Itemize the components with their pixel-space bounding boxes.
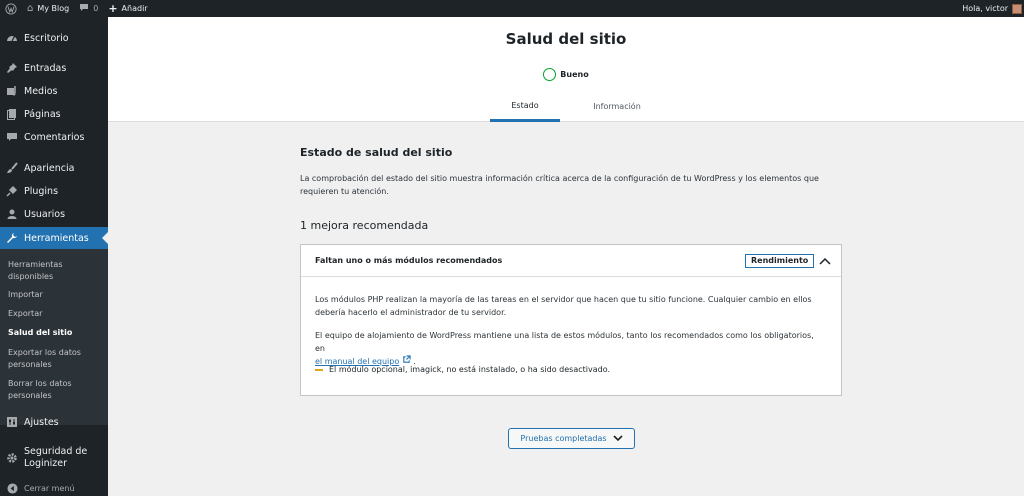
page-title: Salud del sitio: [505, 30, 627, 48]
sidebar-item-label: Plugins: [24, 185, 59, 197]
section-title: Estado de salud del sitio: [300, 146, 453, 159]
wrench-icon: [6, 232, 18, 244]
sidebar-item-ajustes[interactable]: Ajustes: [0, 411, 108, 433]
chevron-down-icon: [613, 435, 623, 442]
comments-icon: [6, 131, 18, 143]
sidebar-item-paginas[interactable]: Páginas: [0, 103, 108, 125]
add-new-link[interactable]: + Añadir: [103, 0, 152, 17]
issue-list-item: El módulo opcional, imagick, no está ins…: [315, 365, 610, 374]
sidebar-item-label: Páginas: [24, 108, 61, 120]
submenu-label-line2: personales: [8, 391, 52, 400]
collapse-menu-label: Cerrar menú: [24, 483, 75, 493]
greeting: Hola, victor: [962, 4, 1008, 13]
site-name-link[interactable]: ⌂ My Blog: [22, 0, 74, 17]
issue-paragraph-2-text: El equipo de alojamiento de WordPress ma…: [315, 331, 814, 353]
media-icon: [6, 85, 18, 97]
site-health-header: Salud del sitio Bueno Estado Información: [108, 17, 1024, 122]
gear-icon: [6, 452, 18, 464]
issue-accordion-header[interactable]: Faltan uno o más módulos recomendados Re…: [301, 245, 841, 277]
settings-sliders-icon: [6, 416, 18, 428]
admin-bar: ⌂ My Blog 0 + Añadir Hola, victor: [0, 0, 1024, 17]
submenu-item-exportar[interactable]: Exportar: [8, 308, 104, 320]
passed-tests-label: Pruebas completadas: [520, 434, 607, 443]
issue-badge: Rendimiento: [745, 254, 815, 268]
status-circle-icon: [543, 68, 557, 81]
home-icon: ⌂: [27, 3, 34, 14]
tab-estado[interactable]: Estado: [490, 91, 560, 122]
comments-link[interactable]: 0: [74, 0, 103, 17]
passed-tests-button[interactable]: Pruebas completadas: [508, 428, 635, 449]
dashboard-icon: [6, 32, 18, 44]
tab-informacion[interactable]: Información: [578, 91, 656, 122]
health-status: Bueno: [108, 68, 1024, 81]
sidebar-item-usuarios[interactable]: Usuarios: [0, 203, 108, 225]
sidebar-item-label: Herramientas: [24, 232, 89, 244]
avatar: [1012, 3, 1022, 14]
paintbrush-icon: [6, 162, 18, 174]
submenu-item-salud-del-sitio[interactable]: Salud del sitio: [8, 327, 104, 339]
submenu-item-herramientas-disponibles[interactable]: Herramientas disponibles: [8, 259, 104, 283]
sidebar-item-entradas[interactable]: Entradas: [0, 57, 108, 79]
status-label: Bueno: [560, 70, 589, 79]
admin-sidebar: Escritorio Entradas Medios Páginas Comen…: [0, 17, 108, 496]
submenu-label-line2: personales: [8, 360, 52, 369]
sidebar-item-label: Seguridad de Loginizer: [24, 446, 87, 470]
sidebar-item-herramientas[interactable]: Herramientas: [0, 227, 108, 249]
pages-icon: [6, 108, 18, 120]
site-name: My Blog: [37, 4, 70, 13]
user-icon: [6, 208, 18, 220]
wordpress-logo-icon[interactable]: [0, 0, 22, 17]
sidebar-item-label: Ajustes: [24, 416, 59, 428]
submenu-label-line1: Borrar los datos: [8, 379, 72, 388]
sidebar-item-label: Medios: [24, 85, 58, 97]
collapse-menu-button[interactable]: Cerrar menú: [0, 477, 108, 496]
sidebar-item-label: Apariencia: [24, 162, 75, 174]
submenu-item-exportar-datos[interactable]: Exportar los datos personales: [8, 347, 104, 371]
chevron-up-icon[interactable]: [817, 253, 833, 269]
comments-count: 0: [93, 4, 99, 13]
submenu-label-line1: Herramientas: [8, 260, 63, 269]
submenu-label-line2: disponibles: [8, 272, 54, 281]
sidebar-item-seguridad-loginizer[interactable]: Seguridad de Loginizer: [0, 443, 108, 473]
issue-accordion: Faltan uno o más módulos recomendados Re…: [300, 244, 842, 396]
comment-bubble-icon: [79, 3, 89, 15]
add-new-label: Añadir: [121, 4, 148, 13]
issue-title: Faltan uno o más módulos recomendados: [315, 256, 503, 265]
sidebar-item-comentarios[interactable]: Comentarios: [0, 126, 108, 148]
plugin-icon: [6, 185, 18, 197]
sidebar-item-label: Escritorio: [24, 32, 69, 44]
section-description: La comprobación del estado del sitio mue…: [300, 174, 819, 196]
sidebar-item-medios[interactable]: Medios: [0, 80, 108, 102]
issue-item-text: El módulo opcional, imagick, no está ins…: [329, 365, 610, 374]
tools-submenu: Herramientas disponibles Importar Export…: [0, 249, 108, 425]
my-account-link[interactable]: Hola, victor: [957, 0, 1024, 17]
sidebar-item-plugins[interactable]: Plugins: [0, 180, 108, 202]
sidebar-item-escritorio[interactable]: Escritorio: [0, 27, 108, 49]
warning-dash-icon: [315, 368, 323, 371]
collapse-arrow-icon: [6, 482, 18, 494]
sidebar-item-label: Entradas: [24, 62, 67, 74]
pushpin-icon: [6, 62, 18, 74]
sidebar-item-label: Usuarios: [24, 208, 66, 220]
submenu-item-borrar-datos[interactable]: Borrar los datos personales: [8, 378, 104, 402]
submenu-label-line1: Exportar los datos: [8, 348, 81, 357]
sidebar-item-label: Comentarios: [24, 131, 85, 143]
issues-count: 1 mejora recomendada: [300, 219, 429, 232]
issue-paragraph-2: El equipo de alojamiento de WordPress ma…: [315, 329, 825, 368]
sidebar-label-line2: Loginizer: [24, 458, 68, 469]
sidebar-label-line1: Seguridad de: [24, 446, 88, 457]
issue-paragraph-1: Los módulos PHP realizan la mayoría de l…: [315, 295, 812, 317]
plus-icon: +: [108, 2, 118, 15]
sidebar-item-apariencia[interactable]: Apariencia: [0, 157, 108, 179]
submenu-item-importar[interactable]: Importar: [8, 289, 104, 301]
